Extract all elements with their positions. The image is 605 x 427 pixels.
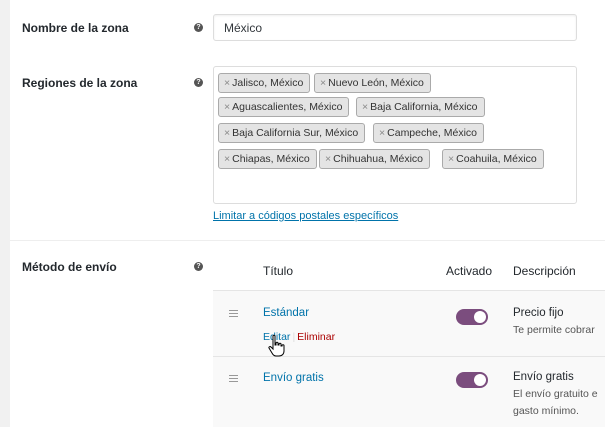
help-icon[interactable]: ?: [194, 23, 203, 32]
region-chip[interactable]: × Baja California Sur, México: [218, 123, 366, 143]
hamburger-icon[interactable]: [229, 310, 238, 319]
hamburger-icon[interactable]: [229, 375, 238, 384]
region-chip[interactable]: × Nuevo León, México: [314, 73, 431, 93]
zone-name-label: Nombre de la zona: [22, 21, 129, 35]
remove-icon[interactable]: ×: [448, 153, 454, 165]
method-description-body: Te permite cobrar: [513, 324, 595, 336]
region-chip[interactable]: × Jalisco, México: [218, 73, 311, 93]
region-chip[interactable]: × Chiapas, México: [218, 149, 317, 169]
method-description-title: Precio fijo: [513, 307, 564, 319]
shipping-method-label: Método de envío: [22, 260, 117, 274]
region-chip[interactable]: × Baja California, México: [356, 97, 485, 117]
method-title-link[interactable]: Envío gratis: [263, 372, 324, 384]
remove-icon[interactable]: ×: [320, 77, 326, 89]
remove-icon[interactable]: ×: [224, 77, 230, 89]
help-icon[interactable]: ?: [194, 262, 203, 271]
remove-icon[interactable]: ×: [379, 127, 385, 139]
limit-postcodes-link[interactable]: Limitar a códigos postales específicos: [213, 210, 398, 222]
region-chip[interactable]: × Coahuila, México: [442, 149, 544, 169]
remove-icon[interactable]: ×: [224, 127, 230, 139]
remove-icon[interactable]: ×: [224, 101, 230, 113]
column-header-enabled: Activado: [446, 264, 493, 278]
divider: [10, 240, 605, 241]
zone-regions-label: Regiones de la zona: [22, 76, 138, 90]
enabled-toggle[interactable]: [456, 372, 488, 388]
remove-icon[interactable]: ×: [362, 101, 368, 113]
remove-icon[interactable]: ×: [325, 153, 331, 165]
region-chip[interactable]: × Chihuahua, México: [319, 149, 431, 169]
method-title-link[interactable]: Estándar: [263, 307, 309, 319]
column-header-title: Título: [263, 264, 294, 278]
remove-icon[interactable]: ×: [224, 153, 230, 165]
region-chip[interactable]: × Campeche, México: [373, 123, 485, 143]
zone-name-input[interactable]: México: [213, 14, 577, 41]
enabled-toggle[interactable]: [456, 309, 488, 325]
method-description-body: El envío gratuito e gasto mínimo.: [513, 388, 598, 417]
method-description-title: Envío gratis: [513, 371, 574, 383]
region-chip[interactable]: × Aguascalientes, México: [218, 97, 350, 117]
delete-link[interactable]: Eliminar: [297, 331, 335, 343]
hand-cursor-icon: [268, 334, 285, 357]
column-header-description: Descripción: [513, 264, 576, 278]
help-icon[interactable]: ?: [194, 78, 203, 87]
